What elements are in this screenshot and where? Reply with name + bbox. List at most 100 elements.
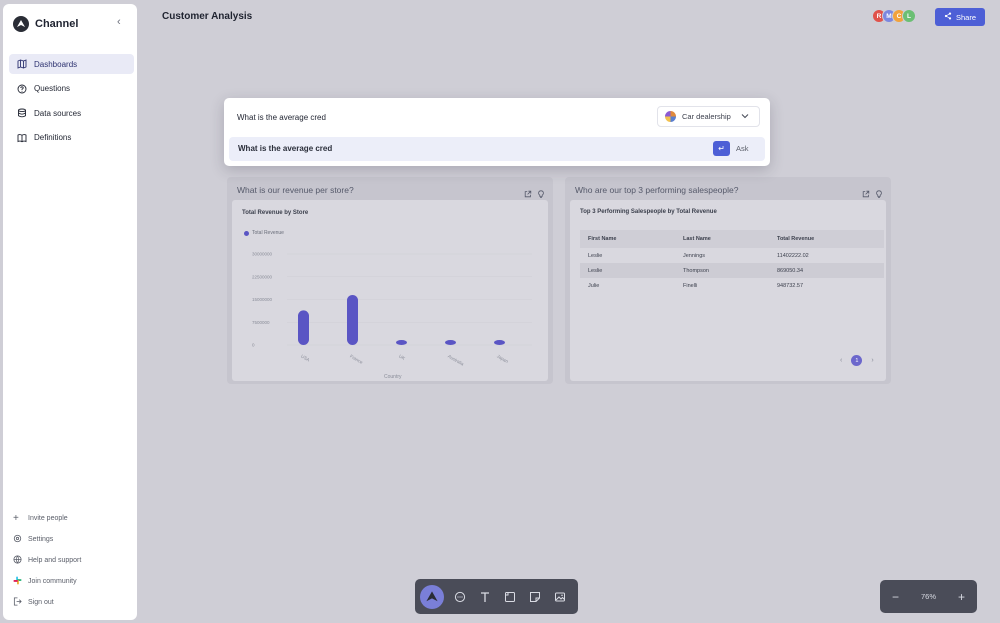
share-icon xyxy=(944,12,952,22)
prev-page-button[interactable]: ‹ xyxy=(840,357,842,364)
sticky-note-icon[interactable] xyxy=(526,588,544,606)
ask-question-modal: Car dealership What is the average cred … xyxy=(224,98,770,166)
canvas-toolbar xyxy=(415,579,578,614)
column-header[interactable]: First Name xyxy=(580,236,675,242)
sign-out-label: Sign out xyxy=(28,599,54,606)
card-title: What is our revenue per store? xyxy=(237,185,354,195)
zoom-controls: − 76% + xyxy=(880,580,977,613)
table-cell: Finelli xyxy=(683,282,698,289)
logo-icon[interactable] xyxy=(420,584,444,609)
question-input[interactable] xyxy=(237,109,637,125)
page-number[interactable]: 1 xyxy=(851,355,863,366)
zoom-in-button[interactable]: + xyxy=(958,590,965,604)
table-cell: Jennings xyxy=(683,252,706,259)
x-tick-label: Japan xyxy=(496,354,510,365)
sidebar-item-label: Questions xyxy=(34,84,71,93)
join-community-link[interactable]: Join community xyxy=(13,575,133,588)
sidebar-item-definitions[interactable]: Definitions xyxy=(9,128,134,148)
brand[interactable]: Channel xyxy=(13,16,78,32)
column-header[interactable]: Last Name xyxy=(675,236,769,242)
database-icon xyxy=(17,108,27,118)
collaborator-avatars[interactable]: R M C L xyxy=(872,9,916,23)
zoom-out-button[interactable]: − xyxy=(892,590,899,604)
y-tick-label: 30000000 xyxy=(252,252,273,257)
enter-key-icon[interactable]: ↵ xyxy=(713,141,730,156)
slack-icon xyxy=(13,576,22,587)
sidebar-item-label: Dashboards xyxy=(34,59,78,69)
revenue-card[interactable]: What is our revenue per store? Total Rev… xyxy=(227,177,553,384)
x-tick-label: UK xyxy=(398,354,406,361)
sign-out-icon xyxy=(13,597,22,608)
settings-link[interactable]: Settings xyxy=(13,533,133,546)
invite-people-link[interactable]: + Invite people xyxy=(13,512,133,525)
y-tick-label: 7500000 xyxy=(252,320,270,325)
card-title: Who are our top 3 performing salespeople… xyxy=(575,185,739,195)
next-page-button[interactable]: › xyxy=(871,357,873,364)
sidebar-item-dashboards[interactable]: Dashboards xyxy=(9,54,134,74)
column-header[interactable]: Total Revenue xyxy=(769,236,884,242)
table-cell: Julie xyxy=(588,282,600,289)
invite-people-label: Invite people xyxy=(28,515,68,522)
x-tick-label: Australia xyxy=(447,354,465,367)
y-tick-label: 15000000 xyxy=(252,297,273,302)
ask-button[interactable]: Ask xyxy=(736,144,749,153)
zoom-level: 76% xyxy=(920,592,936,601)
help-support-label: Help and support xyxy=(28,557,82,564)
sidebar: Channel ‹ Dashboards Questions Data sour… xyxy=(3,4,137,620)
share-label: Share xyxy=(955,12,976,22)
page-title: Customer Analysis xyxy=(162,11,253,22)
text-icon[interactable] xyxy=(476,588,494,606)
bar-australia[interactable] xyxy=(445,340,456,345)
table-row: Leslie Jennings 11402222.02 xyxy=(580,248,884,263)
question-suggestion[interactable]: What is the average cred ↵ Ask xyxy=(229,137,765,161)
revenue-bar-chart: 30000000 22500000 15000000 7500000 0 USA Franc… xyxy=(252,252,532,380)
y-tick-label: 22500000 xyxy=(252,274,273,279)
join-community-label: Join community xyxy=(28,578,77,585)
x-tick-label: France xyxy=(349,354,364,366)
table-row: Leslie Thompson 869050.34 xyxy=(580,263,884,278)
sidebar-item-data-sources[interactable]: Data sources xyxy=(9,103,134,123)
bar-france[interactable] xyxy=(347,294,358,345)
table-cell: Leslie xyxy=(588,267,603,274)
settings-label: Settings xyxy=(28,536,54,543)
chevron-down-icon xyxy=(741,113,749,121)
table-title: Top 3 Performing Salespeople by Total Re… xyxy=(580,209,717,215)
sidebar-item-questions[interactable]: Questions xyxy=(9,79,134,99)
help-circle-icon xyxy=(17,84,27,94)
image-icon[interactable] xyxy=(551,588,569,606)
comment-icon[interactable] xyxy=(451,588,469,606)
bar-japan[interactable] xyxy=(494,340,505,345)
data-source-select[interactable]: Car dealership xyxy=(657,106,760,127)
table-cell: 869050.34 xyxy=(777,267,803,274)
table-header: First Name Last Name Total Revenue xyxy=(580,230,884,248)
salespeople-card[interactable]: Who are our top 3 performing salespeople… xyxy=(565,177,891,384)
bar-usa[interactable] xyxy=(298,310,309,345)
y-tick-label: 0 xyxy=(252,343,255,348)
x-tick-label: USA xyxy=(300,354,311,363)
chevron-left-icon[interactable]: ‹ xyxy=(117,16,121,28)
frame-icon[interactable] xyxy=(501,588,519,606)
sign-out-link[interactable]: Sign out xyxy=(13,596,133,609)
sidebar-nav: Dashboards Questions Data sources Defini… xyxy=(9,54,134,152)
sidebar-bottom: + Invite people Settings Help and suppor… xyxy=(13,512,133,617)
suggestion-text: What is the average cred xyxy=(238,144,333,153)
table-cell: 11402222.02 xyxy=(777,252,809,259)
logo-icon xyxy=(13,16,29,32)
table-cell: 948732.57 xyxy=(777,282,803,289)
salespeople-table: First Name Last Name Total Revenue Lesli… xyxy=(580,230,884,293)
help-support-link[interactable]: Help and support xyxy=(13,554,133,567)
plus-icon: + xyxy=(13,513,19,524)
map-icon xyxy=(17,59,27,69)
book-icon xyxy=(17,133,27,143)
share-button[interactable]: Share xyxy=(935,8,985,26)
table-row: Julie Finelli 948732.57 xyxy=(580,278,884,293)
app-name: Channel xyxy=(35,18,79,30)
x-axis-label: Country xyxy=(384,374,402,380)
sidebar-item-label: Definitions xyxy=(34,133,72,142)
gear-icon xyxy=(13,534,22,545)
chart-panel: Total Revenue by Store Total Revenue 300… xyxy=(232,200,548,381)
bar-uk[interactable] xyxy=(396,340,407,345)
table-cell: Thompson xyxy=(683,267,709,274)
avatar[interactable]: L xyxy=(902,9,916,23)
table-panel: Top 3 Performing Salespeople by Total Re… xyxy=(570,200,886,381)
